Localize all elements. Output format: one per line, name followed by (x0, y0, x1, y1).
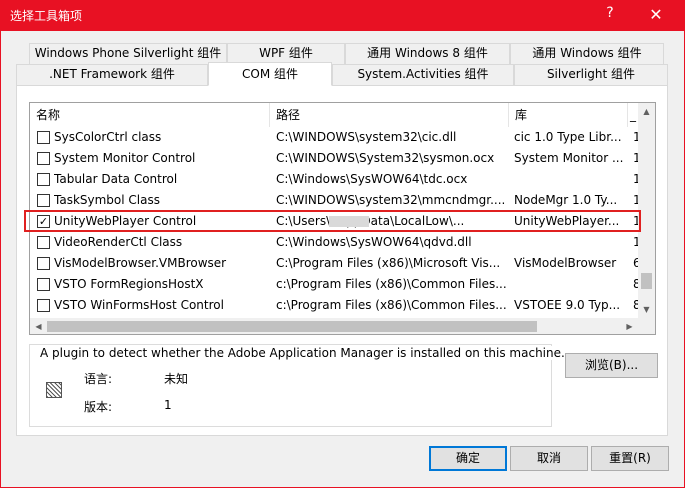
row-checkbox[interactable] (37, 194, 50, 207)
list-row[interactable]: VSTO WinFormsHost Control c:\Program Fil… (30, 295, 641, 316)
row-checkbox[interactable] (37, 299, 50, 312)
tab-windows-phone-silverlight[interactable]: Windows Phone Silverlight 组件 (29, 43, 227, 64)
list-row[interactable]: VideoRenderCtl Class C:\Windows\SysWOW64… (30, 232, 641, 253)
row-library: System Monitor ... (514, 151, 624, 165)
row-name: System Monitor Control (54, 151, 196, 165)
row-library (514, 232, 628, 253)
row-checkbox[interactable] (37, 236, 50, 249)
cancel-button[interactable]: 取消 (510, 446, 588, 471)
row-library (514, 169, 628, 190)
column-header-library[interactable]: 库 (509, 103, 628, 127)
row-path: C:\Windows\SysWOW64\tdc.ocx (276, 172, 468, 186)
row-name: TaskSymbol Class (54, 193, 160, 207)
browse-button[interactable]: 浏览(B)... (565, 353, 658, 378)
row-checkbox[interactable] (37, 257, 50, 270)
row-path: c:\Program Files (x86)\Common Files... (276, 277, 506, 291)
row-path: C:\WINDOWS\System32\sysmon.ocx (276, 151, 495, 165)
list-row[interactable]: SysColorCtrl class C:\WINDOWS\system32\c… (30, 127, 641, 148)
list-row[interactable]: Tabular Data Control C:\Windows\SysWOW64… (30, 169, 641, 190)
tab-system-activities[interactable]: System.Activities 组件 (332, 64, 514, 85)
ok-button[interactable]: 确定 (429, 446, 507, 471)
scroll-right-icon[interactable]: ▶ (621, 318, 638, 334)
tab-wpf[interactable]: WPF 组件 (227, 43, 345, 64)
row-library: VisModelBrowser (514, 256, 617, 270)
row-checkbox[interactable] (37, 152, 50, 165)
row-library (514, 274, 628, 295)
version-value: 1 (164, 398, 172, 412)
help-button[interactable]: ? (600, 5, 620, 25)
tab-com[interactable]: COM 组件 (208, 62, 332, 86)
list-row-selected[interactable]: ✓ UnityWebPlayer Control C:\Users\ \AppD… (30, 211, 641, 232)
row-library: UnityWebPlayer... (514, 214, 620, 228)
list-row[interactable]: System Monitor Control C:\WINDOWS\System… (30, 148, 641, 169)
row-path: C:\Users\ \AppData\LocalLow\... (276, 214, 465, 228)
row-checkbox[interactable] (37, 131, 50, 144)
version-label: 版本: (84, 400, 113, 414)
horizontal-scroll-thumb[interactable] (47, 321, 537, 332)
close-button[interactable]: ✕ (641, 3, 671, 27)
vertical-scroll-thumb[interactable] (641, 273, 652, 289)
language-label: 语言: (84, 372, 113, 386)
redacted-username (329, 216, 369, 227)
row-checkbox[interactable] (37, 173, 50, 186)
row-name: UnityWebPlayer Control (54, 214, 197, 228)
tab-dotnet-framework[interactable]: .NET Framework 组件 (16, 64, 208, 85)
tab-silverlight[interactable]: Silverlight 组件 (514, 64, 668, 85)
list-row[interactable]: VSTO FormRegionsHostX c:\Program Files (… (30, 274, 641, 295)
row-name: SysColorCtrl class (54, 130, 162, 144)
scroll-down-icon[interactable]: ▼ (638, 301, 655, 318)
component-list[interactable]: 名称 路径 库 _ SysColorCtrl class C:\WINDOWS\… (29, 102, 656, 335)
row-library: cic 1.0 Type Libr... (514, 130, 622, 144)
row-path: C:\WINDOWS\system32\cic.dll (276, 130, 457, 144)
vertical-scrollbar[interactable]: ▲ ▼ (638, 103, 655, 318)
component-description: A plugin to detect whether the Adobe App… (38, 346, 567, 360)
row-library: NodeMgr 1.0 Ty... (514, 193, 618, 207)
row-name: VSTO FormRegionsHostX (54, 277, 204, 291)
tab-universal-windows[interactable]: 通用 Windows 组件 (510, 43, 664, 64)
reset-button[interactable]: 重置(R) (591, 446, 669, 471)
window-title: 选择工具箱项 (10, 9, 83, 23)
list-row[interactable]: TaskSymbol Class C:\WINDOWS\system32\mmc… (30, 190, 641, 211)
horizontal-scrollbar[interactable]: ◀ ▶ (30, 318, 655, 334)
row-path: C:\Windows\SysWOW64\qdvd.dll (276, 235, 472, 249)
scroll-left-icon[interactable]: ◀ (30, 318, 47, 334)
component-icon (46, 382, 62, 398)
column-header-name[interactable]: 名称 (30, 103, 270, 127)
row-path: C:\Program Files (x86)\Microsoft Vis... (276, 256, 501, 270)
row-name: VisModelBrowser.VMBrowser (54, 256, 227, 270)
list-row[interactable]: VisModelBrowser.VMBrowser C:\Program Fil… (30, 253, 641, 274)
row-name: Tabular Data Control (54, 172, 178, 186)
row-name: VSTO WinFormsHost Control (54, 298, 224, 312)
row-checkbox-checked[interactable]: ✓ (37, 215, 50, 228)
row-checkbox[interactable] (37, 278, 50, 291)
language-value: 未知 (164, 372, 189, 386)
row-path: C:\WINDOWS\system32\mmcndmgr.... (276, 193, 506, 207)
column-header-path[interactable]: 路径 (270, 103, 509, 127)
title-bar: 选择工具箱项 ? ✕ (0, 0, 685, 31)
row-library: VSTOEE 9.0 Typ... (514, 298, 621, 312)
row-path: c:\Program Files (x86)\Common Files... (276, 298, 506, 312)
scroll-up-icon[interactable]: ▲ (638, 103, 655, 120)
row-name: VideoRenderCtl Class (54, 235, 183, 249)
tab-universal-windows-8[interactable]: 通用 Windows 8 组件 (345, 43, 510, 64)
